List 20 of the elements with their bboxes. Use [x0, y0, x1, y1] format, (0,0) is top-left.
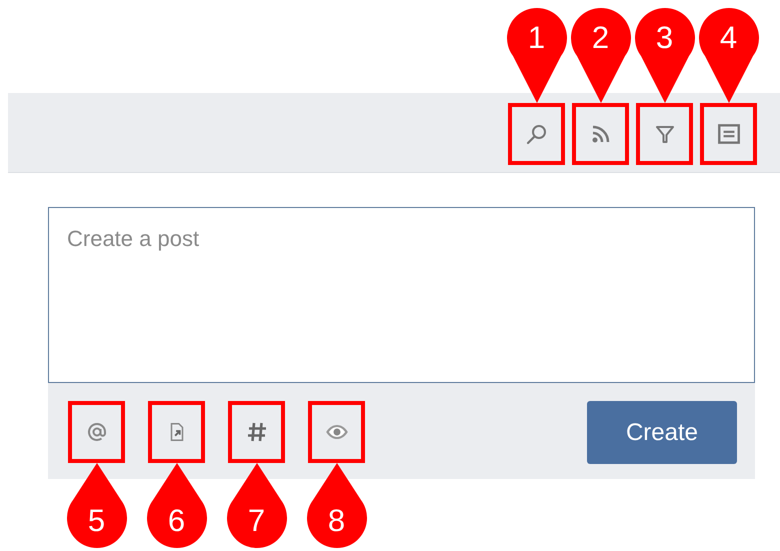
post-input[interactable]: Create a post [48, 207, 755, 383]
icon-button[interactable] [148, 401, 205, 463]
callout-pin: 4 [698, 8, 758, 103]
icon-button[interactable] [572, 103, 629, 165]
create-button[interactable]: Create [587, 401, 737, 464]
icon-button[interactable] [308, 401, 365, 463]
icon-button[interactable] [68, 401, 125, 463]
callout-pin: 5 [66, 463, 126, 548]
icon-button[interactable] [508, 103, 565, 165]
callout-pin: 6 [146, 463, 206, 548]
list-icon [716, 121, 742, 147]
callout-pin: 8 [306, 463, 366, 548]
callout-pin: 2 [570, 8, 630, 103]
icon-button[interactable] [636, 103, 693, 165]
callout-pin: 3 [634, 8, 694, 103]
callout-pin: 1 [506, 8, 566, 103]
callout-pin: 7 [226, 463, 286, 548]
icon-button[interactable] [228, 401, 285, 463]
magnifier-icon [524, 122, 548, 146]
icon-button[interactable] [700, 103, 757, 165]
